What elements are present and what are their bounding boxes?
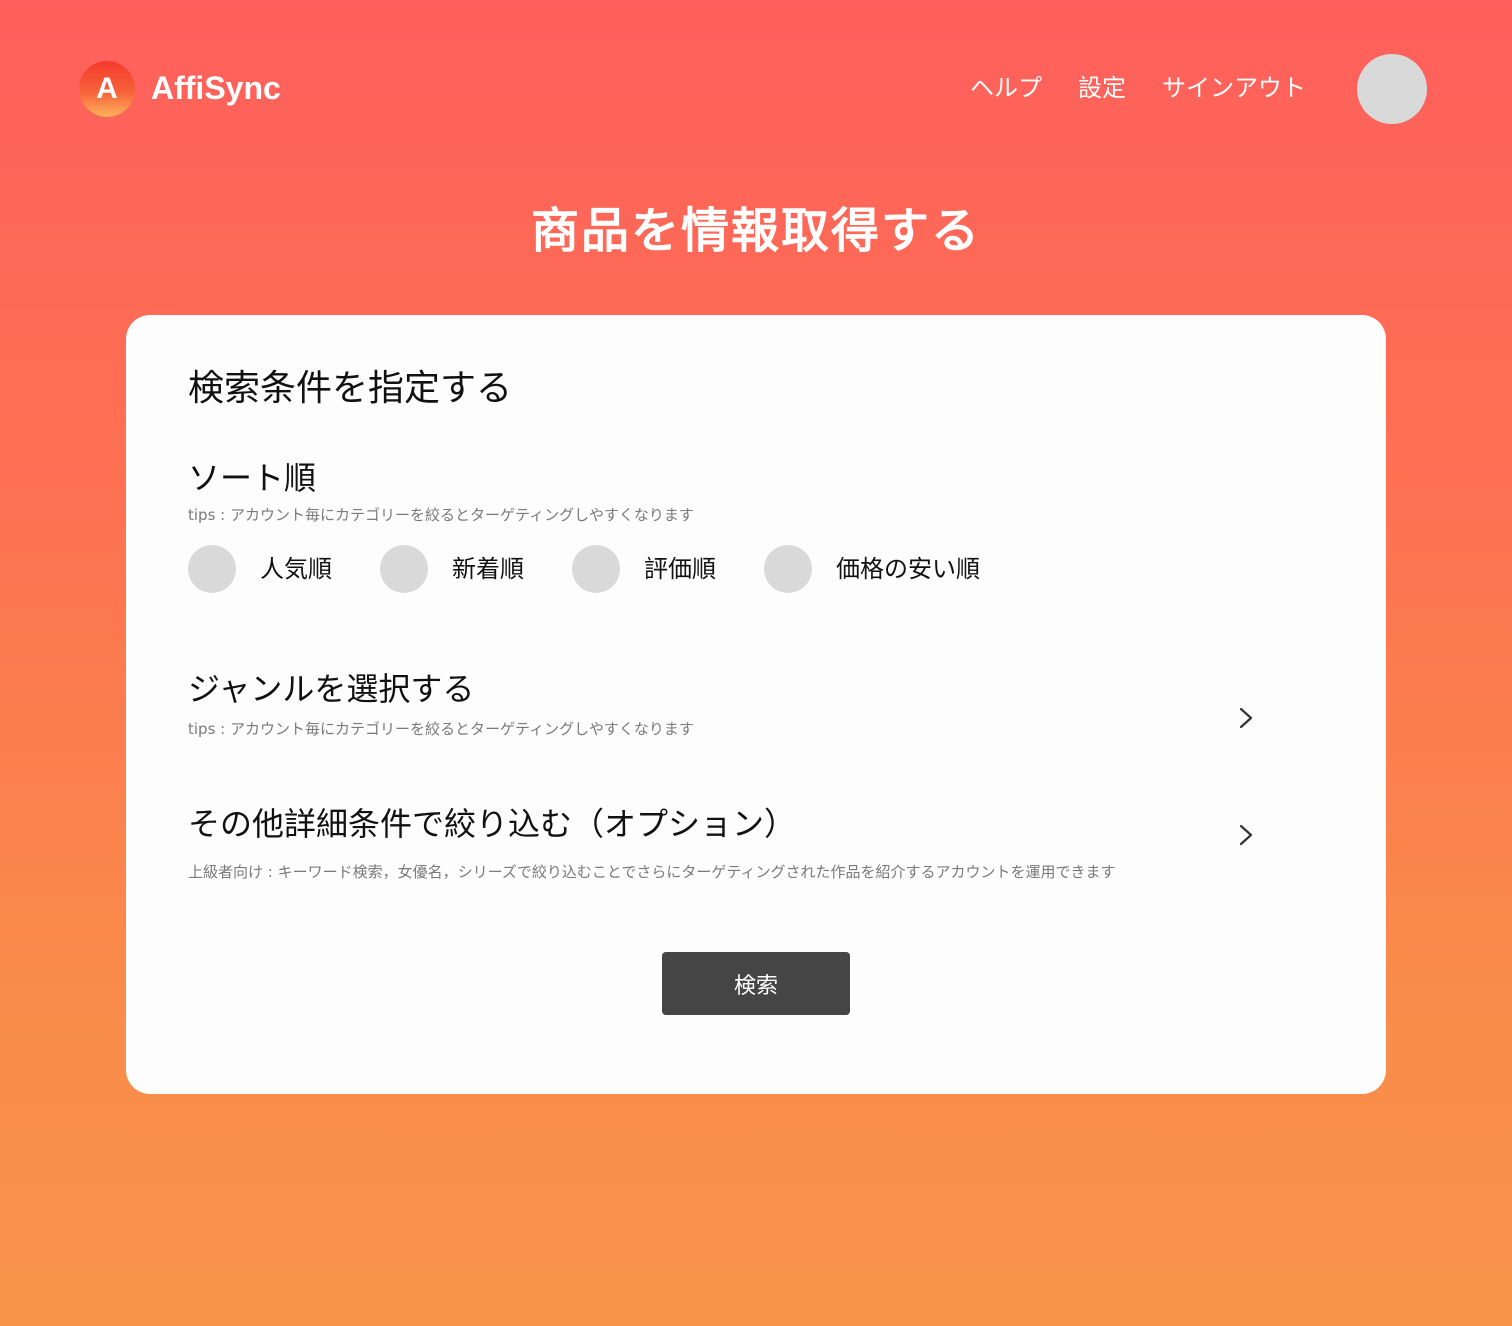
radio-button[interactable] bbox=[380, 545, 428, 593]
sort-option-newest[interactable]: 新着順 bbox=[380, 545, 572, 593]
nav-signout-link[interactable]: サインアウト bbox=[1162, 70, 1306, 106]
radio-button[interactable] bbox=[188, 545, 236, 593]
chevron-right-icon[interactable] bbox=[1234, 706, 1258, 730]
header: A AffiSync ヘルプ 設定 サインアウト bbox=[0, 0, 1512, 180]
sort-option-label: 人気順 bbox=[260, 555, 332, 583]
sort-section-title: ソート順 bbox=[188, 459, 317, 497]
genre-tips: tips : アカウント毎にカテゴリーを絞るとターゲティングしやすくなります bbox=[188, 720, 694, 738]
radio-button[interactable] bbox=[764, 545, 812, 593]
genre-select-row[interactable]: ジャンルを選択する tips : アカウント毎にカテゴリーを絞るとターゲティング… bbox=[166, 660, 1346, 750]
detail-section-title: その他詳細条件で絞り込む（オプション） bbox=[188, 805, 797, 843]
genre-section-title: ジャンルを選択する bbox=[188, 670, 475, 708]
page-title: 商品を情報取得する bbox=[530, 203, 981, 259]
card-title: 検索条件を指定する bbox=[188, 368, 513, 409]
sort-tips: tips : アカウント毎にカテゴリーを絞るとターゲティングしやすくなります bbox=[188, 506, 694, 524]
sort-option-label: 新着順 bbox=[452, 555, 524, 583]
detail-tips: 上級者向け : キーワード検索，女優名，シリーズで絞り込むことでさらにターゲティ… bbox=[188, 863, 1116, 881]
sort-option-rating[interactable]: 評価順 bbox=[572, 545, 764, 593]
nav-help-link[interactable]: ヘルプ bbox=[970, 70, 1042, 106]
chevron-right-icon[interactable] bbox=[1234, 823, 1258, 847]
logo-icon[interactable]: A bbox=[79, 61, 135, 117]
detail-filter-row[interactable]: その他詳細条件で絞り込む（オプション） 上級者向け : キーワード検索，女優名，… bbox=[166, 795, 1346, 895]
logo-letter: A bbox=[96, 72, 118, 105]
sort-option-label: 評価順 bbox=[644, 555, 716, 583]
sort-option-lowest-price[interactable]: 価格の安い順 bbox=[764, 545, 1028, 593]
sort-radio-group: 人気順 新着順 評価順 価格の安い順 bbox=[188, 545, 1028, 593]
avatar[interactable] bbox=[1357, 54, 1427, 124]
nav-settings-link[interactable]: 設定 bbox=[1078, 70, 1126, 106]
sort-option-label: 価格の安い順 bbox=[836, 555, 980, 583]
radio-button[interactable] bbox=[572, 545, 620, 593]
search-conditions-card: 検索条件を指定する ソート順 tips : アカウント毎にカテゴリーを絞るとター… bbox=[126, 315, 1386, 1094]
sort-option-popular[interactable]: 人気順 bbox=[188, 545, 380, 593]
brand-name[interactable]: AffiSync bbox=[151, 66, 281, 110]
search-button[interactable]: 検索 bbox=[662, 952, 850, 1015]
